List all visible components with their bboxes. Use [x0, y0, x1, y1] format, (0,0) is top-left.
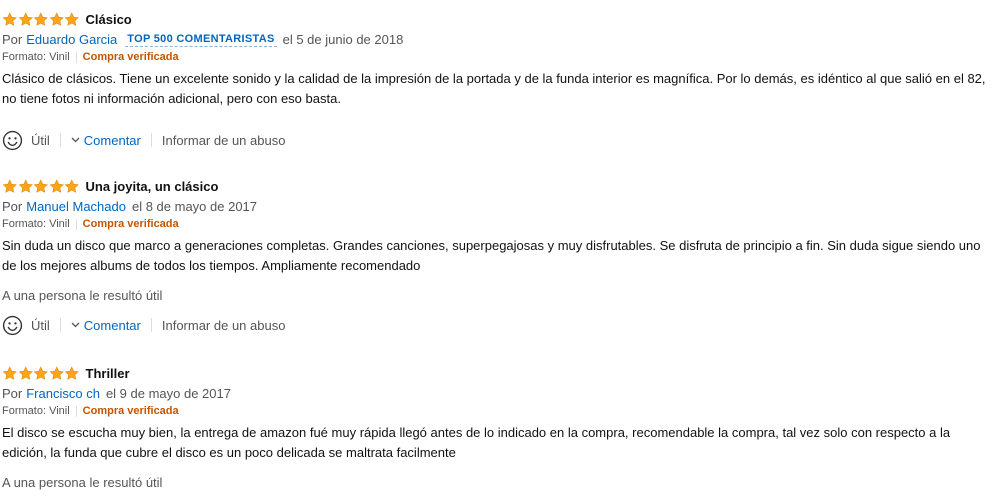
- comment-label: Comentar: [83, 317, 141, 333]
- review-header: Una joyita, un clásico: [2, 176, 992, 196]
- by-label: Por: [2, 198, 23, 214]
- star-icon: [49, 178, 64, 193]
- comment-label: Comentar: [83, 132, 141, 148]
- star-icon: [2, 11, 17, 26]
- action-divider: [59, 133, 61, 147]
- review-byline: Por Manuel Machado el 8 de mayo de 2017: [2, 196, 992, 216]
- action-divider: [59, 318, 61, 332]
- review-meta: Formato: Vinil Compra verificada: [2, 403, 992, 419]
- reviewer-badge[interactable]: TOP 500 COMENTARISTAS: [125, 32, 277, 47]
- star-icon: [18, 178, 33, 193]
- star-icon: [64, 11, 79, 26]
- star-icon: [49, 365, 64, 380]
- by-label: Por: [2, 31, 23, 47]
- author-link[interactable]: Eduardo Garcia: [26, 32, 117, 47]
- star-icon: [18, 365, 33, 380]
- review-header: Thriller: [2, 363, 992, 383]
- format-label: Formato: Vinil: [2, 51, 70, 63]
- star-icon: [33, 11, 48, 26]
- star-icon: [33, 365, 48, 380]
- review-actions: Útil Comentar Informar de un abuso: [2, 129, 992, 151]
- meta-divider: [75, 405, 77, 417]
- useful-button[interactable]: Útil: [31, 318, 50, 333]
- review-date: el 8 de mayo de 2017: [131, 198, 258, 214]
- review-body: Clásico de clásicos. Tiene un excelente …: [2, 71, 986, 106]
- star-icon: [49, 11, 64, 26]
- star-rating[interactable]: [2, 178, 80, 194]
- review-date: el 9 de mayo de 2017: [105, 385, 231, 401]
- star-rating[interactable]: [2, 365, 80, 381]
- review-title[interactable]: Thriller: [86, 366, 130, 381]
- report-abuse-link[interactable]: Informar de un abuso: [162, 133, 286, 148]
- smile-icon[interactable]: [2, 315, 23, 336]
- author-link[interactable]: Francisco ch: [26, 386, 100, 401]
- verified-purchase-badge: Compra verificada: [82, 218, 179, 230]
- verified-purchase-badge: Compra verificada: [82, 51, 179, 63]
- review-header: Clásico: [2, 9, 992, 29]
- action-divider: [150, 318, 152, 332]
- star-icon: [2, 178, 17, 193]
- chevron-down-icon: [71, 137, 80, 143]
- by-label: Por: [2, 385, 23, 401]
- review-body: El disco se escucha muy bien, la entrega…: [2, 425, 951, 460]
- action-divider: [150, 133, 152, 147]
- verified-purchase-badge: Compra verificada: [82, 405, 179, 417]
- review-body: Sin duda un disco que marco a generacion…: [2, 238, 981, 273]
- review-1: Clásico Por Eduardo Garcia TOP 500 COMEN…: [2, 9, 992, 151]
- star-icon: [2, 365, 17, 380]
- star-icon: [64, 178, 79, 193]
- review-3: Thriller Por Francisco ch el 9 de mayo d…: [2, 363, 992, 493]
- review-byline: Por Eduardo Garcia TOP 500 COMENTARISTAS…: [2, 29, 992, 49]
- review-actions: Útil Comentar Informar de un abuso: [2, 314, 992, 336]
- review-title[interactable]: Clásico: [86, 12, 132, 27]
- star-icon: [33, 178, 48, 193]
- review-byline: Por Francisco ch el 9 de mayo de 2017: [2, 383, 992, 403]
- chevron-down-icon: [71, 322, 80, 328]
- helpful-count: A una persona le resultó útil: [2, 475, 163, 490]
- helpful-count: A una persona le resultó útil: [2, 288, 163, 303]
- meta-divider: [75, 51, 77, 63]
- format-label: Formato: Vinil: [2, 405, 70, 417]
- format-label: Formato: Vinil: [2, 218, 70, 230]
- smile-icon[interactable]: [2, 130, 23, 151]
- review-meta: Formato: Vinil Compra verificada: [2, 49, 992, 65]
- report-abuse-link[interactable]: Informar de un abuso: [162, 318, 286, 333]
- comment-button[interactable]: Comentar: [71, 133, 141, 148]
- review-title[interactable]: Una joyita, un clásico: [86, 179, 219, 194]
- star-rating[interactable]: [2, 11, 80, 27]
- star-icon: [18, 11, 33, 26]
- meta-divider: [75, 218, 77, 230]
- comment-button[interactable]: Comentar: [71, 318, 141, 333]
- review-date: el 5 de junio de 2018: [282, 31, 404, 47]
- author-link[interactable]: Manuel Machado: [26, 199, 126, 214]
- useful-button[interactable]: Útil: [31, 133, 50, 148]
- star-icon: [64, 365, 79, 380]
- review-meta: Formato: Vinil Compra verificada: [2, 216, 992, 232]
- review-2: Una joyita, un clásico Por Manuel Machad…: [2, 176, 992, 336]
